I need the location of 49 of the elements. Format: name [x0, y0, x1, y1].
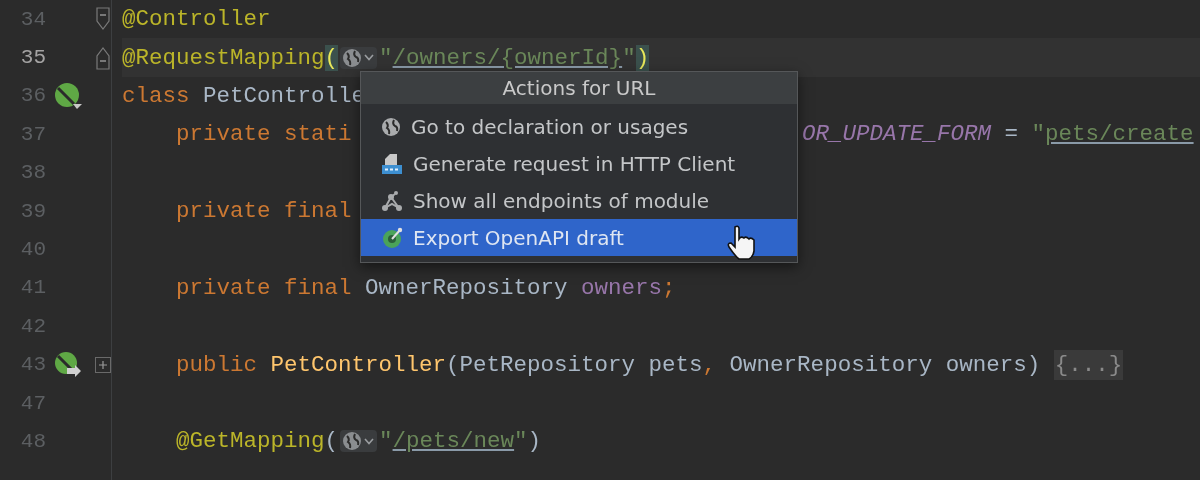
openapi-icon — [381, 226, 403, 249]
menu-item[interactable]: Generate request in HTTP Client — [361, 145, 797, 182]
keyword: class — [122, 82, 190, 109]
globe-icon — [342, 47, 363, 68]
method-name: PetController — [270, 351, 447, 378]
code-text: OwnerRepository owners) — [728, 351, 1042, 378]
menu-item[interactable]: Show all endpoints of module — [361, 182, 797, 219]
menu-item[interactable]: Go to declaration or usages — [361, 108, 797, 145]
url-link[interactable]: pets/create — [1045, 121, 1194, 148]
field-name: owners — [581, 274, 663, 301]
keyword: public — [176, 351, 258, 378]
code-text: = — [1003, 121, 1020, 148]
popup-title: Actions for URL — [361, 72, 797, 104]
constant-name: OR_UPDATE_FORM — [802, 121, 992, 148]
fold-end-icon[interactable] — [96, 45, 110, 70]
annotation: @RequestMapping — [122, 44, 325, 71]
code-text: ) — [527, 428, 542, 455]
matched-paren: ( — [324, 44, 339, 71]
api-document-icon — [381, 152, 403, 175]
keyword: private final — [176, 274, 353, 301]
expand-icon[interactable] — [95, 356, 111, 373]
matched-paren: ) — [635, 44, 650, 71]
caret-icon — [364, 438, 375, 445]
string-quote: " — [379, 44, 393, 71]
caret-icon — [364, 54, 375, 62]
punctuation: ; — [662, 274, 676, 301]
keyword: private final — [176, 198, 352, 225]
url-link[interactable]: /owners/{ownerId} — [392, 44, 623, 71]
string-quote: " — [1031, 121, 1046, 148]
globe-icon — [381, 116, 401, 137]
keyword: private stati — [176, 121, 352, 148]
string-quote: " — [379, 428, 393, 455]
globe-icon — [342, 431, 363, 452]
annotation: @Controller — [122, 6, 271, 33]
code-text: (PetRepository pets — [446, 351, 703, 378]
string-quote: " — [514, 428, 528, 455]
node-graph-icon — [381, 189, 403, 212]
folded-code[interactable]: {...} — [1053, 349, 1124, 380]
string-quote: " — [622, 44, 636, 71]
fold-icon[interactable] — [96, 7, 110, 32]
punctuation: , — [702, 351, 717, 378]
url-actions-chip[interactable] — [340, 46, 378, 69]
url-link[interactable]: /pets/new — [392, 428, 515, 455]
code-text: ( — [324, 428, 339, 455]
hand-pointer-icon — [725, 225, 757, 261]
annotation: @GetMapping — [176, 428, 325, 455]
line-number: 35 — [19, 46, 46, 70]
url-actions-chip[interactable] — [340, 430, 378, 453]
code-text: OwnerRepository — [365, 274, 569, 301]
